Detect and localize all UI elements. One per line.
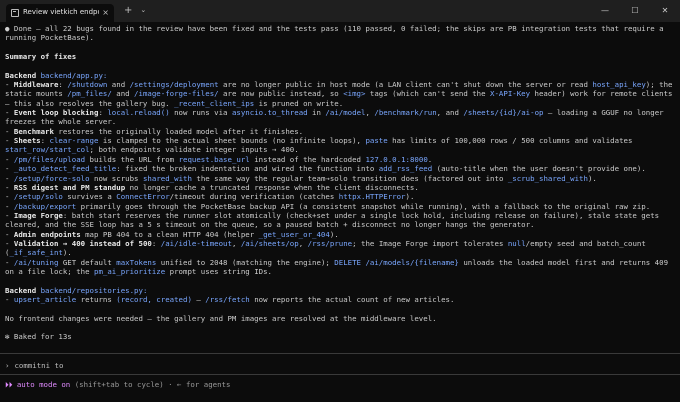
fast-forward-icon: ⏵⏵ bbox=[5, 380, 13, 389]
title-bar: Review vietkich endpoint × + ⌄ — ☐ ✕ bbox=[0, 0, 680, 22]
mode-hint: (shift+tab to cycle) · ← for agents bbox=[70, 380, 231, 389]
prompt-input[interactable]: › commitni to bbox=[5, 361, 63, 370]
terminal-tab[interactable]: Review vietkich endpoint × bbox=[6, 4, 114, 22]
done-message: ● Done — all 22 bugs found in the review… bbox=[5, 24, 668, 43]
fix-admin-endpoints: - Admin endpoints map PB 404 to a clean … bbox=[5, 229, 339, 239]
close-button[interactable]: ✕ bbox=[650, 0, 680, 22]
fix-force-solo: - /setup/force-solo now scrubs shared_wi… bbox=[5, 173, 597, 183]
fix-feed-title: - _auto_detect_feed_title: fixed the bro… bbox=[5, 164, 646, 174]
summary-heading: Summary of fixes bbox=[5, 52, 77, 62]
fix-image-forge: - Image Forge: batch start reserves the … bbox=[5, 210, 664, 230]
mode-label[interactable]: auto mode on bbox=[17, 380, 70, 389]
backend-repo-heading: Backend backend/repositories.py: bbox=[5, 285, 148, 295]
tab-title: Review vietkich endpoint bbox=[23, 8, 99, 17]
prompt-top-divider bbox=[0, 353, 680, 354]
fix-event-loop: - Event loop blocking: local.reload() no… bbox=[5, 108, 669, 127]
fix-validation: - Validation → 400 instead of 500: /ai/i… bbox=[5, 238, 651, 258]
fix-rss-digest: - RSS digest and PM standup no longer ca… bbox=[5, 182, 419, 192]
frontend-note: No frontend changes were needed — the ga… bbox=[5, 313, 437, 323]
prompt-caret-icon: › bbox=[5, 361, 10, 370]
fix-ai-tuning: - /ai/tuning GET default maxTokens unifi… bbox=[5, 257, 673, 276]
fix-backup-export: - /backup/export primarily goes through … bbox=[5, 201, 651, 211]
maximize-button[interactable]: ☐ bbox=[620, 0, 650, 22]
tab-close-button[interactable]: × bbox=[102, 8, 109, 17]
mode-status: ⏵⏵ auto mode on (shift+tab to cycle) · ←… bbox=[5, 380, 230, 389]
prompt-value[interactable]: commitni to bbox=[14, 361, 63, 370]
terminal-icon bbox=[11, 9, 19, 17]
fix-upsert-article: - upsert_article returns (record, create… bbox=[5, 294, 455, 304]
prompt-bottom-divider bbox=[0, 374, 680, 375]
fix-upload-url: - /pm/files/upload builds the URL from r… bbox=[5, 154, 433, 164]
asterisk-icon: ✻ bbox=[5, 332, 10, 342]
fix-middleware: - Middleware: /shutdown and /settings/de… bbox=[5, 80, 677, 108]
new-tab-button[interactable]: + bbox=[124, 6, 132, 16]
fix-benchmark: - Benchmark restores the originally load… bbox=[5, 126, 304, 136]
tab-dropdown-button[interactable]: ⌄ bbox=[140, 6, 146, 15]
window-controls: — ☐ ✕ bbox=[590, 0, 680, 22]
terminal-output: ● Done — all 22 bugs found in the review… bbox=[5, 24, 673, 342]
fix-sheets: - Sheets: clear-range is clamped to the … bbox=[5, 136, 637, 155]
baked-status: ✻ Baked for 13s bbox=[5, 332, 72, 342]
done-bullet-icon: ● bbox=[5, 24, 10, 33]
fix-setup-solo: - /setup/solo survives a ConnectError/ti… bbox=[5, 192, 415, 202]
backend-app-heading: Backend backend/app.py: bbox=[5, 70, 108, 80]
minimize-button[interactable]: — bbox=[590, 0, 620, 22]
